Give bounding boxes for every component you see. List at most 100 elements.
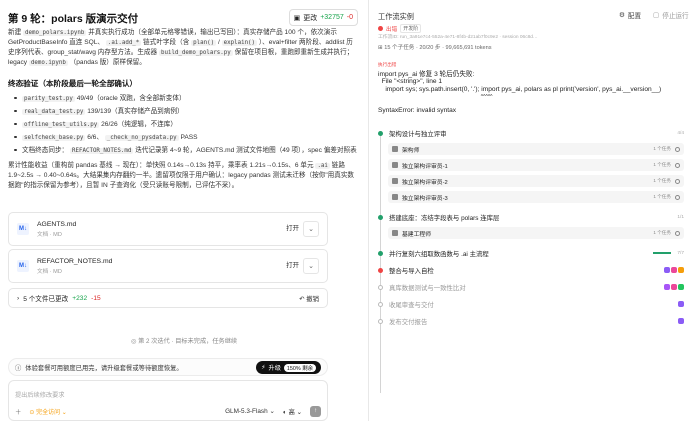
changes-button[interactable]: ▣ 更改 +32757 -0 (288, 9, 358, 26)
error-label: 执行出错 (378, 62, 397, 67)
syntax-error: SyntaxError: invalid syntax (378, 107, 457, 114)
add-attachment-icon[interactable]: ＋ (15, 407, 21, 416)
send-button[interactable]: ↑ (310, 405, 321, 417)
check-icon (675, 146, 680, 152)
stage-row[interactable]: 搭建底座：冻结字段表与 polars 连库层 1/1 (378, 211, 684, 223)
list-item: real_data_test.py 139/139（真实存储产品到病例） (14, 107, 358, 117)
file-type: 文档 · MD (37, 231, 62, 238)
inline-code: demo_polars.ipynb (23, 30, 87, 36)
agent-avatar (678, 284, 684, 290)
tree-line (380, 133, 381, 393)
changed-files-bar[interactable]: › 5 个文件已更改 +232 -15 ↶ 撤销 (8, 288, 328, 308)
agent-icon (392, 230, 398, 236)
tasks-icon: ⊞ (378, 45, 383, 51)
stage-row[interactable]: 整合与导入自检 (378, 264, 684, 276)
upgrade-button[interactable]: ⚡ 升级 150% 剩余 (256, 361, 321, 374)
assistant-message: 新建 demo_polars.ipynb 并真实执行成功（全部单元格零错误，输出… (8, 28, 358, 191)
error-output: 执行出错 import pys_ai 修复 3 轮后仍失败: File "<st… (378, 62, 684, 110)
workflow-title: 工作流实例 (378, 12, 414, 21)
list-item: selfcheck_base.py 6/6、 _check_no_pysdata… (14, 133, 358, 143)
inline-code: demo.ipynb (28, 59, 68, 66)
check-icon (675, 230, 680, 236)
task-row[interactable]: 基建工程师 1 个任务 (388, 227, 684, 239)
stage-status-dot (378, 301, 383, 307)
check-icon (675, 178, 680, 184)
task-row[interactable]: 独立架构评审员-2 1 个任务 (388, 175, 684, 187)
stage-status-dot (378, 130, 383, 136)
error-status-dot (378, 26, 383, 31)
stop-icon: ▢ (653, 12, 660, 19)
stage-status-dot (378, 318, 383, 324)
changed-count: 5 个文件已更改 (23, 296, 69, 303)
stage-status-dot (378, 214, 383, 220)
changes-label: 更改 (303, 14, 318, 22)
list-item: offline_test_utils.py 26/26（纯逻辑，不连库） (14, 120, 358, 130)
stage-row[interactable]: 真库数据测试与一致性比对 (378, 281, 684, 293)
agent-avatar (678, 267, 684, 273)
file-card-agents[interactable]: M↓ AGENTS.md 文档 · MD 打开 ⌄ (8, 212, 328, 246)
markdown-file-icon: M↓ (17, 223, 29, 235)
stage-row[interactable]: 发布交付报告 (378, 315, 684, 327)
task-row[interactable]: 独立架构评审员-3 1 个任务 (388, 191, 684, 203)
chevron-right-icon[interactable]: › (17, 295, 19, 302)
chat-panel: 第 9 轮：polars 版演示交付 ▣ 更改 +32757 -0 新建 dem… (0, 0, 368, 421)
agent-avatar (678, 318, 684, 324)
chevron-down-icon[interactable]: ⌄ (303, 221, 319, 237)
chevron-down-icon[interactable]: ⌄ (303, 258, 319, 274)
round-separator: ◎ 第 2 次迭代 · 目标未完成，任务继续 (130, 338, 238, 345)
file-diff-icon: ▣ (293, 14, 301, 22)
intro-text: （pandas 版）原样保留。 (69, 58, 146, 66)
agent-avatar (671, 267, 677, 273)
arrow-up-icon: ↑ (314, 408, 317, 414)
open-button[interactable]: 打开 (286, 260, 299, 269)
quota-notice: ⓘ 体验套餐可用额度已用完，请升级套餐或等待额度恢复。 ⚡ 升级 150% 剩余 (8, 358, 328, 376)
inline-code: plan() (191, 39, 217, 46)
task-row[interactable]: 独立架构评审员-1 1 个任务 (388, 159, 684, 171)
stage-row[interactable]: 收尾审查与交付 (378, 298, 684, 310)
intro-text: / (217, 38, 220, 46)
verify-heading: 终态验证（本阶段最后一轮全部确认） (8, 78, 138, 88)
composer-input[interactable]: 提出后续修改要求 (15, 390, 65, 399)
file-name: AGENTS.md (37, 220, 77, 228)
lightning-icon: ⚡ (261, 364, 266, 371)
progress-bar (653, 252, 672, 254)
intro-text: 链式叶字段（含 (143, 38, 190, 46)
config-button[interactable]: ⚙ 配置 (619, 10, 641, 20)
loop-icon: ◎ (130, 338, 137, 345)
shield-icon: ⊙ (29, 409, 35, 416)
stage-tag: 开发阶 (400, 24, 422, 33)
markdown-file-icon: M↓ (17, 260, 29, 272)
agent-icon (392, 194, 398, 200)
perf-paragraph: 累计性能收益（重构前 pandas 基线 → 现在）：单快照 0.14s→0.1… (8, 162, 355, 190)
message-composer[interactable]: 提出后续修改要求 ＋ ⊙ 完全访问 ⌄ GLM-5.3-Flash ⌄ ◐ 高 … (8, 380, 328, 421)
workflow-status: 出错 开发阶 (378, 24, 422, 33)
changes-added: +32757 (320, 14, 344, 21)
changed-removed: -15 (91, 294, 101, 302)
file-card-refactor-notes[interactable]: M↓ REFACTOR_NOTES.md 文档 · MD 打开 ⌄ (8, 249, 328, 283)
agent-icon (392, 178, 398, 184)
access-mode-selector[interactable]: ⊙ 完全访问 ⌄ (29, 407, 66, 416)
workflow-summary: ⊞ 15 个子任务 · 20/20 步 · 99,665,691 tokens (378, 45, 492, 51)
inline-code: build_demo_polars.py (158, 49, 233, 56)
verify-list: parity_test.py 49/49（oracle 双跑，含全部新变体） r… (8, 94, 358, 155)
undo-icon: ↶ (299, 295, 305, 303)
gear-icon: ⚙ (619, 12, 625, 19)
stage-status-dot (378, 250, 383, 256)
undo-button[interactable]: ↶ 撤销 (299, 294, 319, 303)
intro-paragraph: 新建 demo_polars.ipynb 并真实执行成功（全部单元格零错误，输出… (8, 28, 358, 68)
agent-avatar (671, 284, 677, 290)
chat-title: 第 9 轮：polars 版演示交付 (8, 13, 139, 25)
stage-row[interactable]: 并行复刻六组取数函数与 .ai 主流程 7/7 (378, 247, 684, 259)
model-selector[interactable]: GLM-5.3-Flash ⌄ (225, 407, 275, 415)
list-item: parity_test.py 49/49（oracle 双跑，含全部新变体） (14, 94, 358, 104)
stage-row[interactable]: 架构设计与独立评审 4/4 (378, 127, 684, 139)
task-row[interactable]: 架构师 1 个任务 (388, 143, 684, 155)
workflow-panel: 工作流实例 ⚙ 配置 ▢ 停止运行 出错 开发阶 工作流ID: run_3a91e7… (369, 0, 690, 421)
stage-status-dot (378, 284, 383, 290)
open-button[interactable]: 打开 (286, 223, 299, 232)
reasoning-level-selector[interactable]: ◐ 高 ⌄ (283, 407, 302, 416)
stop-button[interactable]: ▢ 停止运行 (653, 10, 689, 20)
agent-avatar (664, 284, 670, 290)
quota-percent: 150% 剩余 (283, 363, 316, 372)
check-icon (675, 194, 680, 200)
